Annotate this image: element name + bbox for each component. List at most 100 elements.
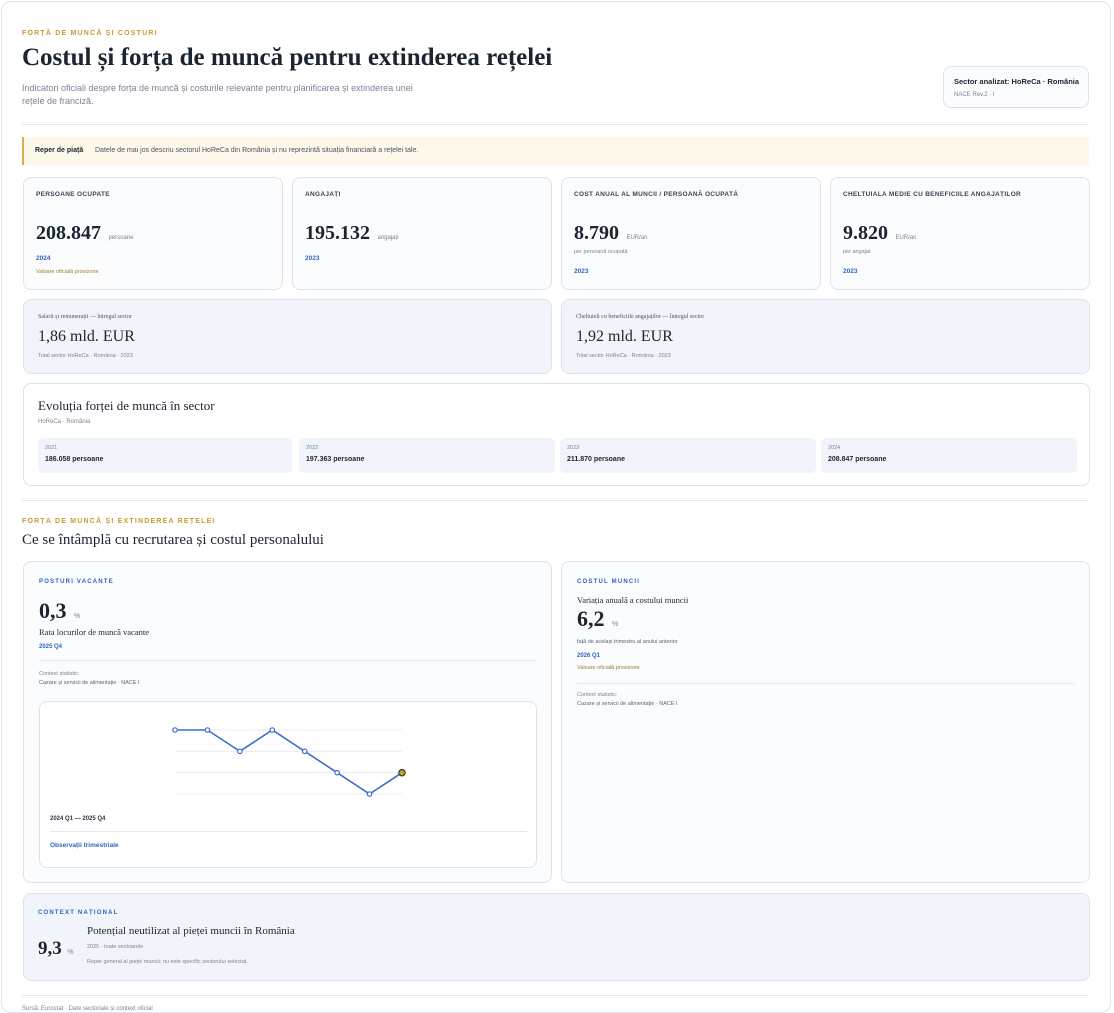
- labour-cost-note: Valoare oficială provizorie: [577, 665, 640, 671]
- data-point[interactable]: 2025 Q1: 0.4: [301, 748, 308, 755]
- kpi-year: 2024: [36, 255, 51, 262]
- kpi-year: 2023: [574, 268, 589, 275]
- kpi-sub: per persoană ocupată: [574, 249, 628, 255]
- labour-cost-card: COSTUL MUNCII Variația anuală a costului…: [561, 561, 1090, 883]
- kpi-value-row: 195.132 angajați: [305, 222, 398, 245]
- vacancies-kicker: POSTURI VACANTE: [39, 579, 114, 585]
- context-value: Cazare și servicii de alimentație · NACE…: [39, 680, 140, 686]
- divider: [50, 831, 527, 832]
- context-label: Context statistic:: [39, 671, 80, 677]
- kpi-year: 2023: [305, 255, 320, 262]
- evolution-year-item: 2021 186.058 persoane: [38, 438, 292, 473]
- national-value: 9,3: [38, 938, 62, 959]
- kpi-value: 208.847: [36, 222, 101, 244]
- national-note: Reper general al pieței muncii; nu este …: [87, 959, 248, 965]
- page-frame: FORȚĂ DE MUNCĂ ȘI COSTURI Costul și forț…: [1, 1, 1111, 1013]
- sector-badge: Sector analizat: HoReCa · România NACE R…: [943, 66, 1089, 108]
- sector-code: NACE Rev.2 · I: [954, 92, 995, 98]
- evolution-year: 2023: [567, 445, 580, 451]
- evolution-value: 197.363 persoane: [306, 456, 365, 463]
- series-line: [175, 729, 403, 795]
- section-title: Ce se întâmplă cu recrutarea și costul p…: [22, 532, 324, 548]
- kpi-label: ANGAJAȚI: [305, 191, 341, 198]
- evolution-year: 2022: [306, 445, 319, 451]
- total-note: Total sector HoReCa · România · 2023: [576, 353, 671, 359]
- vacancies-value: 0,3: [39, 598, 67, 623]
- national-value-row: 9,3 %: [38, 938, 73, 960]
- vacancy-line-chart: 2024 Q1: 0.5 2024 Q2: 0.5 2024 Q3: 0.4 2024…: [172, 727, 406, 797]
- vacancies-value-row: 0,3 %: [39, 598, 80, 624]
- labour-cost-label: Variația anuală a costului muncii: [577, 595, 689, 605]
- total-value: 1,86 mld. EUR: [38, 328, 135, 345]
- data-point[interactable]: 2025 Q4: 0.3: [398, 768, 406, 777]
- national-sub: 2025 · toate sectoarele: [87, 944, 144, 950]
- section-kicker: FORȚA DE MUNCĂ ȘI EXTINDEREA REȚELEI: [22, 518, 216, 525]
- vacancies-label: Rata locurilor de muncă vacante: [39, 627, 149, 637]
- evolution-value: 186.058 persoane: [45, 456, 104, 463]
- observations-link[interactable]: Observații trimestriale: [50, 842, 119, 849]
- vacancies-card: POSTURI VACANTE 0,3 % Rata locurilor de …: [23, 561, 552, 883]
- evolution-year: 2024: [828, 445, 841, 451]
- evolution-title: Evoluția forței de muncă în sector: [38, 398, 215, 413]
- divider: [39, 660, 537, 661]
- kpi-value-row: 8.790 EUR/an: [574, 222, 647, 245]
- footer-source: Sursă: Eurostat · Date sectoriale și con…: [22, 1006, 153, 1012]
- vacancies-period: 2025 Q4: [39, 644, 63, 650]
- data-point[interactable]: 2024 Q2: 0.5: [204, 727, 211, 733]
- kpi-unit: EUR/an: [895, 235, 917, 241]
- notice-text: Datele de mai jos descriu sectorul HoReC…: [95, 147, 419, 154]
- vacancies-unit: %: [73, 613, 81, 620]
- kpi-value: 8.790: [574, 222, 619, 244]
- evolution-value: 208.847 persoane: [828, 456, 887, 463]
- page-subtitle-line: Indicatori oficiali despre forța de munc…: [22, 83, 413, 93]
- kpi-label: CHELTUIALA MEDIE CU BENEFICIILE ANGAJAȚI…: [843, 191, 1022, 198]
- data-point[interactable]: 2025 Q2: 0.3: [334, 769, 340, 776]
- kpi-note: Valoare oficială provizorie: [36, 269, 99, 275]
- page-subtitle-line: rețele de franciză.: [22, 96, 94, 106]
- evolution-card: Evoluția forței de muncă în sector HoReC…: [23, 383, 1090, 486]
- national-context-card: CONTEXT NAȚIONAL 9,3 % Potențial neutili…: [23, 893, 1090, 981]
- labour-cost-sub: față de același trimestru al anului ante…: [577, 639, 678, 645]
- notice-title: Reper de piață: [35, 147, 84, 154]
- kpi-card-labour-cost: COST ANUAL AL MUNCII / PERSOANĂ OCUPATĂ …: [561, 177, 821, 290]
- total-note: Total sector HoReCa · România · 2023: [38, 353, 133, 359]
- evolution-subtitle: HoReCa · România: [38, 419, 91, 425]
- labour-cost-value-row: 6,2 %: [577, 606, 618, 632]
- kpi-card-benefits: CHELTUIALA MEDIE CU BENEFICIILE ANGAJAȚI…: [830, 177, 1090, 290]
- kpi-value-row: 208.847 persoane: [36, 222, 133, 245]
- evolution-value: 211.870 persoane: [567, 456, 625, 463]
- national-title: Potențial neutilizat al pieței muncii în…: [87, 925, 295, 937]
- kpi-value: 9.820: [843, 222, 888, 244]
- sector-label: Sector analizat: HoReCa · România: [954, 77, 1080, 86]
- data-point[interactable]: 2025 Q3: 0.2: [366, 791, 373, 797]
- national-kicker: CONTEXT NAȚIONAL: [38, 910, 119, 916]
- total-value: 1,92 mld. EUR: [576, 328, 673, 345]
- kpi-card-employees: ANGAJAȚI 195.132 angajați 2023: [292, 177, 552, 290]
- vacancy-chart-card: 2024 Q1: 0.5 2024 Q2: 0.5 2024 Q3: 0.4 2024…: [39, 701, 537, 868]
- kpi-unit: EUR/an: [626, 235, 648, 241]
- labour-cost-period: 2026 Q1: [577, 653, 601, 659]
- labour-cost-kicker: COSTUL MUNCII: [577, 579, 641, 585]
- chart-period: 2024 Q1 — 2025 Q4: [50, 816, 106, 822]
- kpi-unit: angajați: [377, 235, 399, 241]
- kpi-year: 2023: [843, 268, 858, 275]
- kpi-value: 195.132: [305, 222, 370, 244]
- data-point[interactable]: 2024 Q3: 0.4: [237, 748, 243, 755]
- evolution-year-item: 2022 197.363 persoane: [299, 438, 555, 473]
- evolution-year-item: 2023 211.870 persoane: [560, 438, 816, 473]
- total-card-salaries: Salarii și remunerații — întregul sector…: [23, 299, 552, 374]
- context-value: Cazare și servicii de alimentație · NACE…: [577, 701, 678, 707]
- total-label: Cheltuieli cu beneficiile angajaților — …: [576, 314, 705, 320]
- kpi-sub: per angajat: [843, 249, 871, 255]
- evolution-year: 2021: [45, 445, 58, 451]
- data-point[interactable]: 2024 Q4: 0.5: [269, 727, 276, 733]
- kpi-label: PERSOANE OCUPATE: [36, 191, 110, 198]
- market-notice: Reper de piață Datele de mai jos descriu…: [22, 137, 1089, 165]
- evolution-year-item: 2024 208.847 persoane: [821, 438, 1077, 473]
- kpi-label: COST ANUAL AL MUNCII / PERSOANĂ OCUPATĂ: [574, 191, 739, 198]
- data-point[interactable]: 2024 Q1: 0.5: [172, 727, 178, 733]
- labour-cost-unit: %: [611, 621, 619, 628]
- divider: [22, 995, 1089, 996]
- total-card-benefits: Cheltuieli cu beneficiile angajaților — …: [561, 299, 1090, 374]
- divider: [22, 500, 1089, 501]
